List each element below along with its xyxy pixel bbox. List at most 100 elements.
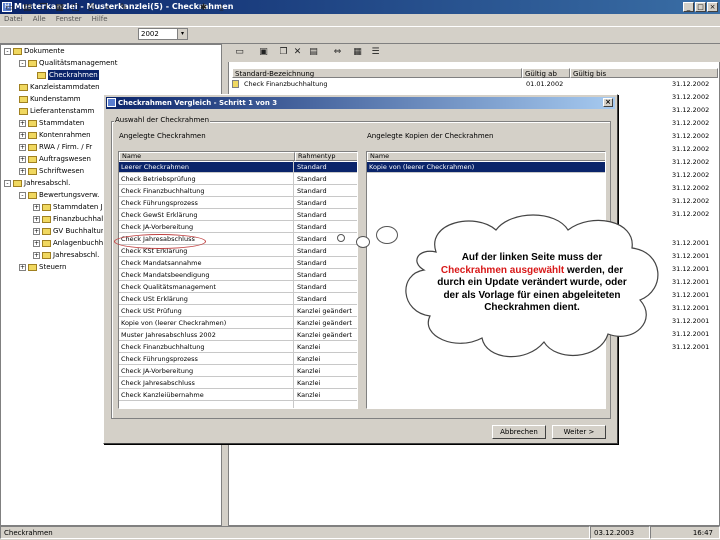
list-item[interactable]: Check Qualitätsmanagement Standard — [119, 282, 357, 293]
chevron-down-icon[interactable]: ▾ — [177, 29, 187, 39]
list-item[interactable]: Muster Jahresabschluss 2002 Kanzlei geänd… — [119, 330, 357, 341]
valid-to-cell: 31.12.2002 — [672, 132, 710, 140]
tree-item-jahresabschl[interactable]: + Jahresabschl. — [33, 250, 99, 260]
tree-item-qualitaetsmanagement[interactable]: - Qualitätsmanagement — [19, 58, 117, 68]
expand-icon[interactable]: + — [33, 251, 40, 259]
tree-item-kontenrahmen[interactable]: + Kontenrahmen — [19, 130, 91, 140]
right-col-header-name[interactable]: Name — [367, 152, 605, 161]
expand-icon[interactable]: + — [33, 227, 40, 235]
collapse-icon[interactable]: - — [19, 191, 26, 199]
left-col-header-name[interactable]: Name — [119, 152, 295, 161]
dialog-close-button[interactable]: × — [603, 98, 613, 107]
list-item[interactable]: Check GewSt Erklärung Standard — [119, 210, 357, 221]
collapse-icon[interactable]: - — [4, 179, 11, 187]
expand-icon[interactable]: + — [33, 239, 40, 247]
collapse-icon[interactable]: - — [19, 59, 26, 67]
menu-hilfe[interactable]: Hilfe — [92, 14, 108, 25]
preview-icon[interactable]: ▢ — [70, 3, 81, 14]
compare-icon[interactable]: ⇔ — [332, 47, 343, 58]
tree-item-schriftwesen[interactable]: + Schriftwesen — [19, 166, 84, 176]
list-item[interactable]: Check JA-Vorbereitung Kanzlei — [119, 366, 357, 377]
copy-icon[interactable]: ❐ — [278, 47, 289, 58]
open-folder-icon[interactable]: ▭ — [234, 47, 245, 58]
column-header-valid-to[interactable]: Gültig bis — [570, 68, 718, 78]
tree-item-lieferantenstamm[interactable]: Lieferantenstamm — [19, 106, 94, 116]
right-list-label: Angelegte Kopien der Checkrahmen — [366, 132, 495, 140]
expand-icon[interactable]: + — [19, 131, 26, 139]
delete-icon[interactable]: ✕ — [292, 47, 303, 58]
list-item[interactable]: Check JA-Vorbereitung Standard — [119, 222, 357, 233]
tree-item-jahresabschluss[interactable]: - Jahresabschl. — [4, 178, 70, 188]
left-col-header-type[interactable]: Rahmentyp — [295, 152, 357, 161]
expand-icon[interactable]: + — [19, 167, 26, 175]
list-item[interactable]: Check Führungsprozess Kanzlei — [119, 354, 357, 365]
column-header-valid-from[interactable]: Gültig ab — [522, 68, 570, 78]
save-icon[interactable]: ▣ — [258, 47, 269, 58]
folder-icon — [28, 143, 37, 151]
open-icon[interactable]: ▤ — [22, 3, 33, 14]
list-item[interactable]: Check Betriebsprüfung Standard — [119, 174, 357, 185]
search-icon[interactable]: ⌕ — [102, 3, 113, 14]
minimize-button[interactable]: _ — [683, 2, 694, 12]
expand-icon[interactable]: + — [19, 263, 26, 271]
collapse-icon[interactable]: - — [4, 47, 11, 55]
expand-icon[interactable]: + — [33, 203, 40, 211]
grid-first-row-name[interactable]: Check Finanzbuchhaltung — [244, 79, 328, 89]
year-select[interactable]: 2002 ▾ — [138, 28, 188, 40]
next-button[interactable]: Weiter > — [552, 425, 606, 439]
tree-item-stammdaten[interactable]: + Stammdaten — [19, 118, 84, 128]
folder-icon — [42, 215, 51, 223]
expand-icon[interactable]: + — [19, 119, 26, 127]
list-item[interactable]: Check Finanzbuchhaltung Standard — [119, 186, 357, 197]
tree-item-checkrahmen[interactable]: Checkrahmen — [37, 70, 99, 80]
close-button[interactable]: × — [707, 2, 718, 12]
tree-item-stammdaten-ja[interactable]: + Stammdaten J. — [33, 202, 105, 212]
menu-datei[interactable]: Datei — [4, 14, 23, 25]
folder-icon — [42, 227, 51, 235]
list-item[interactable]: Check USt Erklärung Standard — [119, 294, 357, 305]
tree-item-dokumente[interactable]: - Dokumente — [4, 46, 65, 56]
expand-icon[interactable]: + — [19, 143, 26, 151]
valid-to-cell: 31.12.2001 — [672, 278, 710, 286]
list-item[interactable]: Check Mandatsannahme Standard — [119, 258, 357, 269]
valid-to-cell: 31.12.2002 — [672, 145, 710, 153]
print-icon[interactable]: ⎙ — [86, 3, 97, 14]
expand-icon[interactable]: + — [33, 215, 40, 223]
list-item[interactable]: Leerer Checkrahmen Standard — [119, 162, 357, 173]
menu-alle[interactable]: Alle — [33, 14, 46, 25]
copy-icon[interactable]: ❐ — [38, 3, 49, 14]
expand-icon[interactable]: + — [19, 155, 26, 163]
tree-item-auftragswesen[interactable]: + Auftragswesen — [19, 154, 91, 164]
list-view-icon[interactable]: ☰ — [370, 47, 381, 58]
properties-icon[interactable]: ▤ — [308, 47, 319, 58]
list-item[interactable]: Check Jahresabschluss Kanzlei — [119, 378, 357, 389]
row-selector-icon[interactable] — [232, 80, 239, 88]
list-item[interactable]: Check Finanzbuchhaltung Kanzlei — [119, 342, 357, 353]
left-checkrahmen-list[interactable]: Name Rahmentyp Leerer Checkrahmen Standar… — [118, 151, 358, 409]
paste-icon[interactable]: ▦ — [54, 3, 65, 14]
maximize-button[interactable]: □ — [695, 2, 706, 12]
list-item[interactable]: Check Führungsprozess Standard — [119, 198, 357, 209]
callout-text: Auf der linken Seite muss der Checkrahme… — [437, 252, 627, 313]
list-item[interactable]: Check USt Prüfung Kanzlei geändert — [119, 306, 357, 317]
edit-icon[interactable]: ✎ — [118, 3, 129, 14]
cancel-button[interactable]: Abbrechen — [492, 425, 546, 439]
list-item[interactable]: Check Mandatsbeendigung Standard — [119, 270, 357, 281]
tree-item-kundenstamm[interactable]: Kundenstamm — [19, 94, 81, 104]
tree-item-kanzleistammdaten[interactable]: Kanzleistammdaten — [19, 82, 100, 92]
grid-view-icon[interactable]: ▦ — [352, 47, 363, 58]
column-header-name[interactable]: Standard-Bezeichnung — [232, 68, 522, 78]
tree-item-bewertungsverwaltung[interactable]: - Bewertungsverw. — [19, 190, 99, 200]
list-item[interactable]: Check Kanzleiübernahme Kanzlei — [119, 390, 357, 401]
new-icon[interactable]: ▭ — [4, 3, 15, 14]
settings-icon[interactable]: ✱ — [198, 3, 209, 14]
list-item[interactable]: Kopie von (leerer Checkrahmen) — [367, 162, 605, 173]
list-item[interactable]: Kopie von (leerer Checkrahmen) Kanzlei ge… — [119, 318, 357, 329]
menu-fenster[interactable]: Fenster — [56, 14, 82, 25]
download-icon[interactable]: ⤓ — [216, 3, 227, 14]
tree-item-steuern[interactable]: + Steuern — [19, 262, 66, 272]
folder-icon — [19, 107, 28, 115]
tree-item-gv-buchhaltung[interactable]: + GV Buchhaltung — [33, 226, 110, 236]
tree-item-rwa[interactable]: + RWA / Firm. / Fr — [19, 142, 92, 152]
folder-icon — [28, 59, 37, 67]
